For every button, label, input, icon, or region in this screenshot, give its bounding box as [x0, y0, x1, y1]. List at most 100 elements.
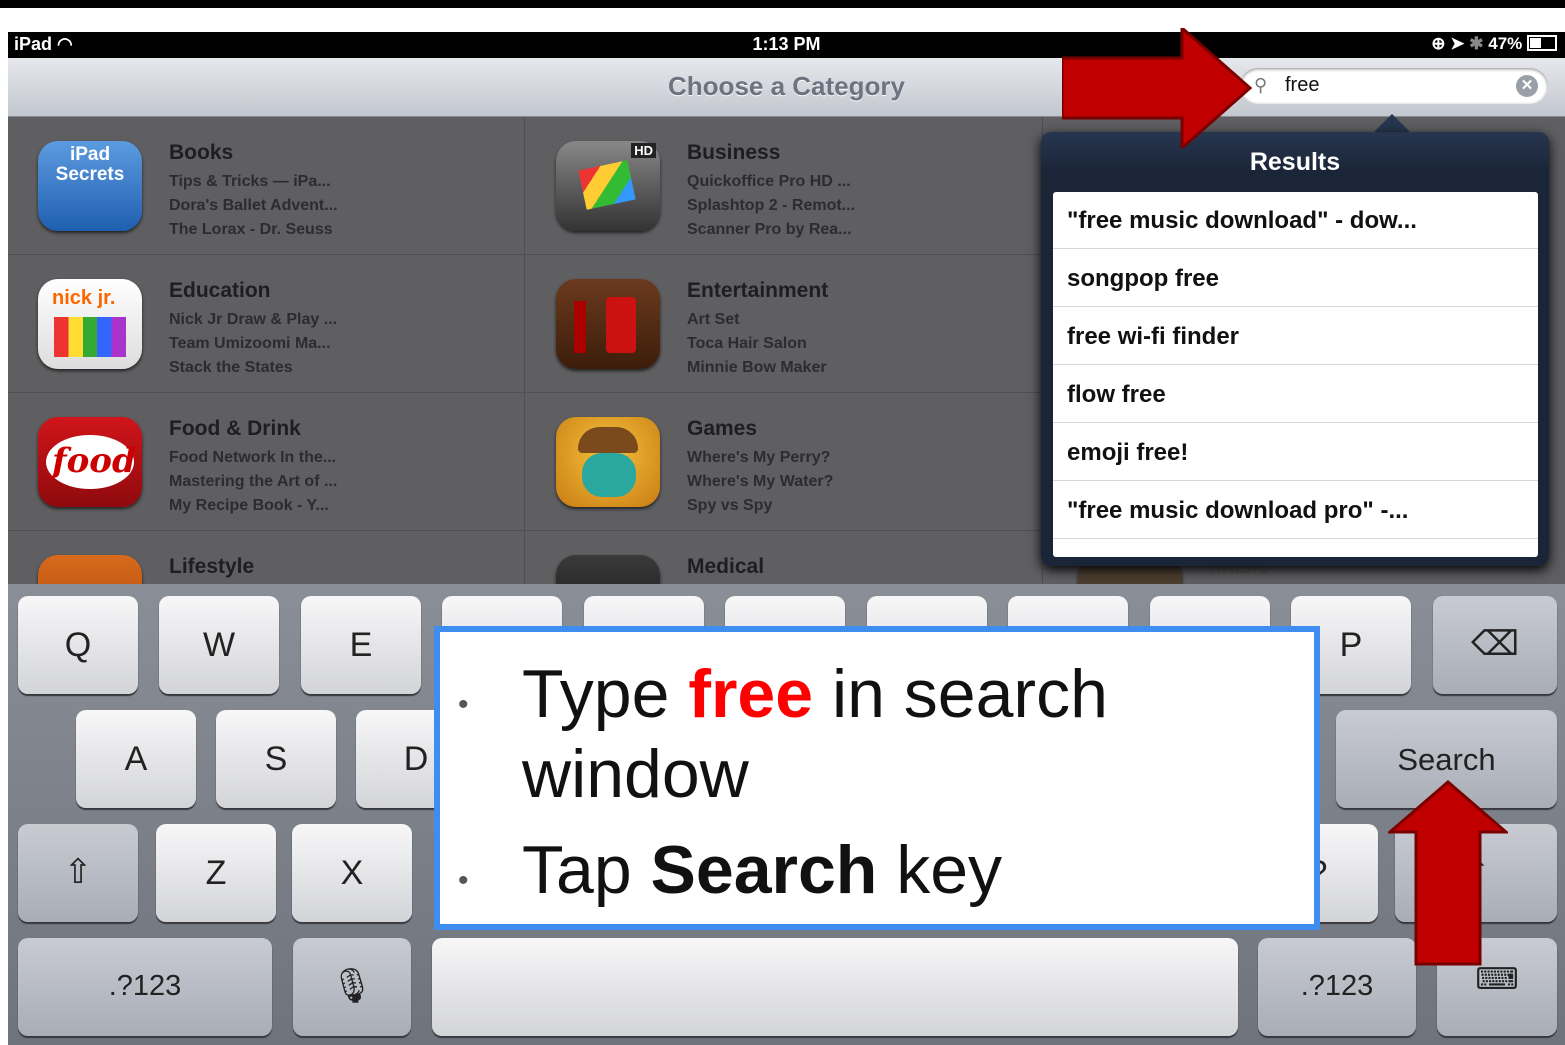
- top-app: Minnie Bow Maker: [687, 359, 827, 376]
- top-app: Team Umizoomi Ma...: [169, 335, 331, 352]
- backspace-icon: ⌫: [1470, 625, 1520, 663]
- art-set-app-icon: [556, 279, 660, 369]
- top-app: Food Network In the...: [169, 449, 337, 466]
- search-value: free: [1285, 74, 1320, 96]
- category-food-drink[interactable]: food Food & Drink Food Network In the...…: [8, 393, 525, 531]
- result-item[interactable]: songpop free: [1053, 250, 1538, 307]
- top-app: Mastering the Art of ...: [169, 473, 338, 490]
- keyboard-icon: ⌨: [1475, 963, 1519, 996]
- key-label: A: [124, 740, 148, 778]
- step-1-highlight: free: [688, 656, 814, 732]
- category-books[interactable]: iPad Secrets Books Tips & Tricks — iPa..…: [8, 117, 525, 255]
- results-popover: Results "free music download" - dow... s…: [1041, 132, 1549, 566]
- status-time: 1:13 PM: [752, 34, 821, 54]
- icon-label: food: [52, 441, 136, 481]
- top-app: Art Set: [687, 311, 740, 328]
- shift-key[interactable]: ⇧: [18, 824, 138, 922]
- key-label: W: [202, 626, 236, 664]
- key-w[interactable]: W: [159, 596, 279, 694]
- shift-icon: ⇧: [63, 853, 93, 891]
- status-bar: iPad ◠ 1:13 PM ⊕ ➤ ✱ 47%: [8, 32, 1565, 58]
- key-label: Z: [205, 854, 227, 892]
- category-name: Medical: [687, 555, 765, 578]
- category-name: Games: [687, 417, 758, 440]
- category-entertainment[interactable]: Entertainment Art Set Toca Hair Salon Mi…: [526, 255, 1043, 393]
- instruction-step-1: Type free in search window: [522, 654, 1108, 814]
- food-network-app-icon: food: [38, 417, 142, 507]
- battery-icon: [1527, 35, 1557, 51]
- top-app: My Recipe Book - Y...: [169, 497, 329, 514]
- result-item[interactable]: "free music download pro" -...: [1053, 482, 1538, 539]
- category-name: Entertainment: [687, 279, 829, 302]
- category-name: Books: [169, 141, 234, 164]
- key-x[interactable]: X: [292, 824, 412, 922]
- key-a[interactable]: A: [76, 710, 196, 808]
- results-list: "free music download" - dow... songpop f…: [1053, 192, 1538, 557]
- battery-percent: 47%: [1488, 34, 1523, 53]
- key-label: S: [264, 740, 288, 778]
- top-app: Where's My Water?: [687, 473, 834, 490]
- category-games[interactable]: Games Where's My Perry? Where's My Water…: [526, 393, 1043, 531]
- top-app: Nick Jr Draw & Play ...: [169, 311, 338, 328]
- hd-badge: HD: [631, 143, 656, 158]
- category-name: Lifestyle: [169, 555, 255, 578]
- top-app: Splashtop 2 - Remot...: [687, 197, 856, 214]
- step-1-continuation: window: [522, 736, 749, 812]
- navigation-bar: Choose a Category ⚲ free ✕: [8, 58, 1565, 117]
- top-app: Stack the States: [169, 359, 293, 376]
- bullet-icon: •: [458, 688, 469, 721]
- search-key-label: Search: [1397, 742, 1496, 777]
- key-q[interactable]: Q: [18, 596, 138, 694]
- step-2-text-end: key: [877, 832, 1003, 908]
- category-name: Food & Drink: [169, 417, 301, 440]
- search-icon: ⚲: [1254, 75, 1268, 95]
- key-e[interactable]: E: [301, 596, 421, 694]
- step-1-text: Type: [522, 656, 689, 732]
- category-name: Education: [169, 279, 271, 302]
- key-label: .?123: [108, 970, 182, 1002]
- backspace-key[interactable]: ⌫: [1433, 596, 1557, 694]
- key-label: E: [349, 626, 373, 664]
- result-item[interactable]: flow free: [1053, 366, 1538, 423]
- icon-label: nick jr.: [52, 287, 116, 309]
- step-2-text: Tap: [522, 832, 651, 908]
- popover-title: Results: [1249, 148, 1341, 176]
- microphone-icon: 🎙: [330, 967, 374, 1005]
- crayon-graphic: [574, 301, 586, 353]
- result-item[interactable]: "free music download" - dow...: [1053, 192, 1538, 249]
- right-arrow-icon: [1062, 28, 1252, 148]
- top-app: Scanner Pro by Rea...: [687, 221, 852, 238]
- paint-bottle-graphic: [606, 297, 636, 353]
- top-app: Tips & Tricks — iPa...: [169, 173, 331, 190]
- perry-face-graphic: [582, 453, 636, 497]
- step-1-text-end: in search: [813, 656, 1108, 732]
- up-arrow-icon: [1388, 780, 1508, 966]
- bullet-icon: •: [458, 864, 469, 897]
- key-label: .?123: [1300, 970, 1374, 1002]
- icon-label: iPad Secrets: [55, 144, 125, 185]
- crayons-graphic: [54, 317, 126, 357]
- result-item[interactable]: emoji free!: [1053, 424, 1538, 481]
- search-input[interactable]: ⚲ free ✕: [1240, 68, 1548, 104]
- key-s[interactable]: S: [216, 710, 336, 808]
- top-app: Quickoffice Pro HD ...: [687, 173, 851, 190]
- nick-jr-app-icon: nick jr.: [38, 279, 142, 369]
- clear-search-icon[interactable]: ✕: [1516, 75, 1538, 97]
- space-key[interactable]: [432, 938, 1238, 1036]
- result-item[interactable]: free wi-fi finder: [1053, 308, 1538, 365]
- instruction-callout: • Type free in search window • Tap Searc…: [434, 626, 1320, 930]
- quickoffice-app-icon: HD: [556, 141, 660, 231]
- category-business[interactable]: HD Business Quickoffice Pro HD ... Splas…: [526, 117, 1043, 255]
- status-right: ⊕ ➤ ✱ 47%: [1431, 34, 1557, 54]
- ipad-secrets-app-icon: iPad Secrets: [38, 141, 142, 231]
- bluetooth-icon: ✱: [1469, 34, 1484, 53]
- office-logo: [578, 160, 636, 210]
- numbers-key-left[interactable]: .?123: [18, 938, 272, 1036]
- step-2-bold: Search: [650, 832, 878, 908]
- dictation-key[interactable]: 🎙: [293, 938, 411, 1036]
- category-education[interactable]: nick jr. Education Nick Jr Draw & Play .…: [8, 255, 525, 393]
- key-label: Q: [64, 626, 92, 664]
- category-name: Business: [687, 141, 781, 164]
- key-z[interactable]: Z: [156, 824, 276, 922]
- wheres-my-perry-app-icon: [556, 417, 660, 507]
